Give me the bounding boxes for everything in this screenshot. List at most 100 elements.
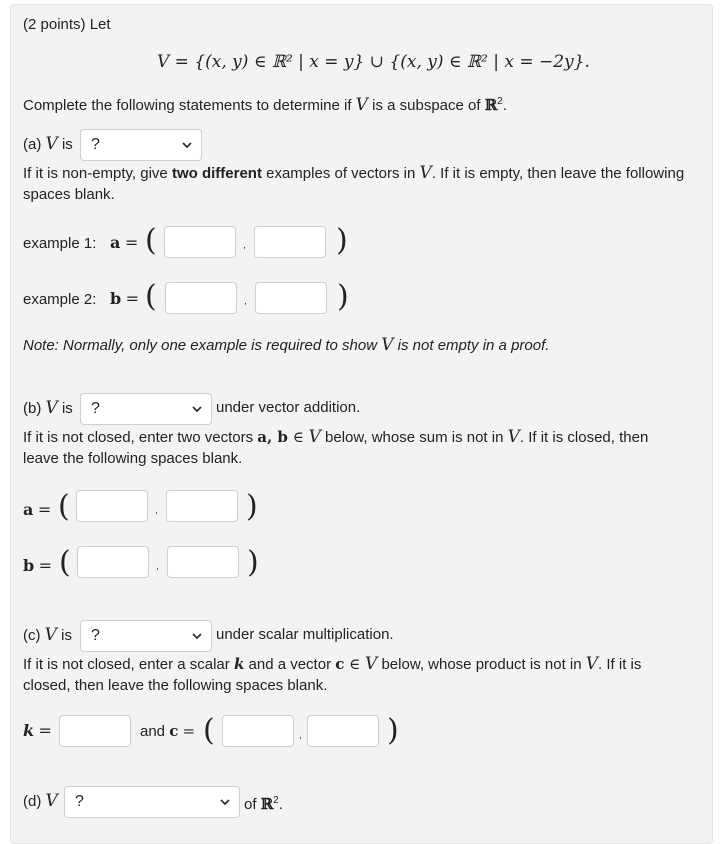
part-c-suffix: under scalar multiplication. (216, 626, 394, 643)
part-c-select-value: ? (91, 627, 100, 644)
part-c-line1-in: ∈ (344, 655, 366, 673)
part-c-v: V (44, 625, 57, 645)
example-1-y-input[interactable] (254, 226, 326, 258)
part-b-a-rparen: ) (246, 489, 258, 524)
part-b-a-x-input[interactable] (76, 490, 148, 522)
part-c-line1-mid2: below, whose product is not in (377, 656, 586, 673)
part-d-v: V (45, 791, 58, 811)
part-b-b-y-input[interactable] (167, 546, 239, 578)
part-b-b-lparen: ( (59, 545, 71, 580)
part-c-comma: , (299, 730, 302, 741)
note-v: V (381, 335, 394, 355)
instruction-v: V (355, 95, 368, 115)
example-1-rparen: ) (336, 223, 348, 258)
part-a-line1-v: V (419, 163, 432, 183)
part-a-note: Note: Normally, only one example is requ… (23, 334, 549, 357)
part-b-line2: leave the following spaces blank. (23, 450, 243, 467)
part-c-c-x-input[interactable] (222, 715, 294, 747)
part-d-suffix-pre: of (244, 796, 261, 813)
part-b-a-y-input[interactable] (166, 490, 238, 522)
instruction-pre: Complete the following statements to det… (23, 97, 356, 114)
part-b-is: is (57, 400, 73, 417)
chevron-down-icon (192, 406, 202, 413)
part-d-suffix-end: . (278, 796, 283, 813)
part-c-lparen: ( (203, 713, 215, 748)
part-c-k-input[interactable] (59, 715, 131, 747)
example-2-y-input[interactable] (255, 282, 327, 314)
part-b-line1: If it is not closed, enter two vectors a… (23, 426, 648, 449)
part-a-label: (a) V is (23, 133, 73, 156)
part-b-line1-in: ∈ (287, 428, 309, 446)
part-d-suffix-r: ℝ (260, 795, 274, 813)
part-a-v: V (45, 134, 58, 154)
example-2-x-input[interactable] (165, 282, 237, 314)
example-2-lparen: ( (145, 279, 157, 314)
part-b-select-value: ? (91, 400, 100, 417)
part-c-line1-mid1: and a vector (244, 656, 336, 673)
part-c-select[interactable]: ? (80, 620, 212, 652)
example-1-var-a: a (110, 233, 121, 252)
example-1-comma: , (243, 240, 246, 251)
points-label: (2 points) Let (23, 16, 111, 33)
example-1-label: example 1: (23, 235, 97, 252)
part-a-line1-pre: If it is non-empty, give (23, 165, 172, 182)
part-d-select[interactable]: ? (64, 786, 240, 818)
example-2-equals: = (125, 289, 140, 308)
part-b-var-b: b (23, 556, 35, 575)
part-c-var-k: k (23, 721, 35, 740)
part-b-prefix: (b) (23, 400, 46, 417)
part-c-line1-c: c (335, 655, 345, 673)
chevron-down-icon (192, 633, 202, 640)
part-c-k-var: k = (23, 721, 52, 741)
part-a-select[interactable]: ? (80, 129, 202, 161)
part-a-line1-mid: examples of vectors in (261, 165, 420, 182)
part-b-line1-v2: V (507, 427, 520, 447)
example-2-label: example 2: (23, 291, 97, 308)
part-b-line1-mid: below, whose sum is not in (320, 429, 508, 446)
part-a-line1-bold: two different (171, 165, 262, 182)
set-definition: V = {(x, y) ∈ ℝ² | x = y} ∪ {(x, y) ∈ ℝ²… (157, 52, 590, 72)
part-a-line1-post: . If it is empty, then leave the followi… (431, 165, 685, 182)
set-part-1: {(x, y) ∈ ℝ² | x = y} (194, 52, 365, 72)
part-b-a-equals: = (37, 500, 52, 519)
part-a-prefix: (a) (23, 136, 46, 153)
part-b-b-x-input[interactable] (77, 546, 149, 578)
part-b-var-a: a (23, 500, 34, 519)
part-c-is: is (56, 627, 72, 644)
part-b-line1-vars: a, b (257, 428, 288, 446)
part-c-c-equals: = (182, 722, 196, 740)
instruction-r: ℝ (484, 96, 498, 114)
part-c-line1-v2: V (585, 654, 599, 674)
part-d-label: (d) V (23, 790, 58, 813)
part-b-b-equals: = (38, 556, 53, 575)
part-c-var-c: c (169, 722, 179, 740)
set-equals: = (169, 52, 195, 72)
part-c-and-c: and c = (140, 722, 195, 740)
example-1-x-input[interactable] (164, 226, 236, 258)
example-2-var: b = (110, 289, 139, 309)
part-c-rparen: ) (387, 713, 399, 748)
example-2-var-b: b (110, 289, 122, 308)
example-2-comma: , (244, 296, 247, 307)
part-b-label: (b) V is (23, 397, 73, 420)
part-c-line1-v: V (365, 654, 378, 674)
part-b-b-comma: , (156, 561, 159, 572)
part-b-select[interactable]: ? (80, 393, 212, 425)
set-union: ∪ (364, 52, 390, 72)
part-b-b-rparen: ) (247, 545, 259, 580)
instruction-text: Complete the following statements to det… (23, 91, 507, 117)
example-1-lparen: ( (145, 223, 157, 258)
part-b-b-var: b = (23, 556, 52, 576)
set-var-v: V (157, 52, 170, 72)
part-b-a-lparen: ( (58, 489, 70, 524)
part-c-prefix: (c) (23, 627, 45, 644)
part-b-line1-pre: If it is not closed, enter two vectors (23, 429, 258, 446)
note-pre: Note: Normally, only one example is requ… (23, 337, 382, 354)
part-a-line2: spaces blank. (23, 186, 115, 203)
chevron-down-icon (182, 142, 192, 149)
part-c-label: (c) V is (23, 624, 72, 647)
part-c-c-y-input[interactable] (307, 715, 379, 747)
part-d-prefix: (d) (23, 793, 46, 810)
set-part-2: {(x, y) ∈ ℝ² | x = −2y}. (389, 52, 590, 72)
example-2-rparen: ) (337, 279, 349, 314)
